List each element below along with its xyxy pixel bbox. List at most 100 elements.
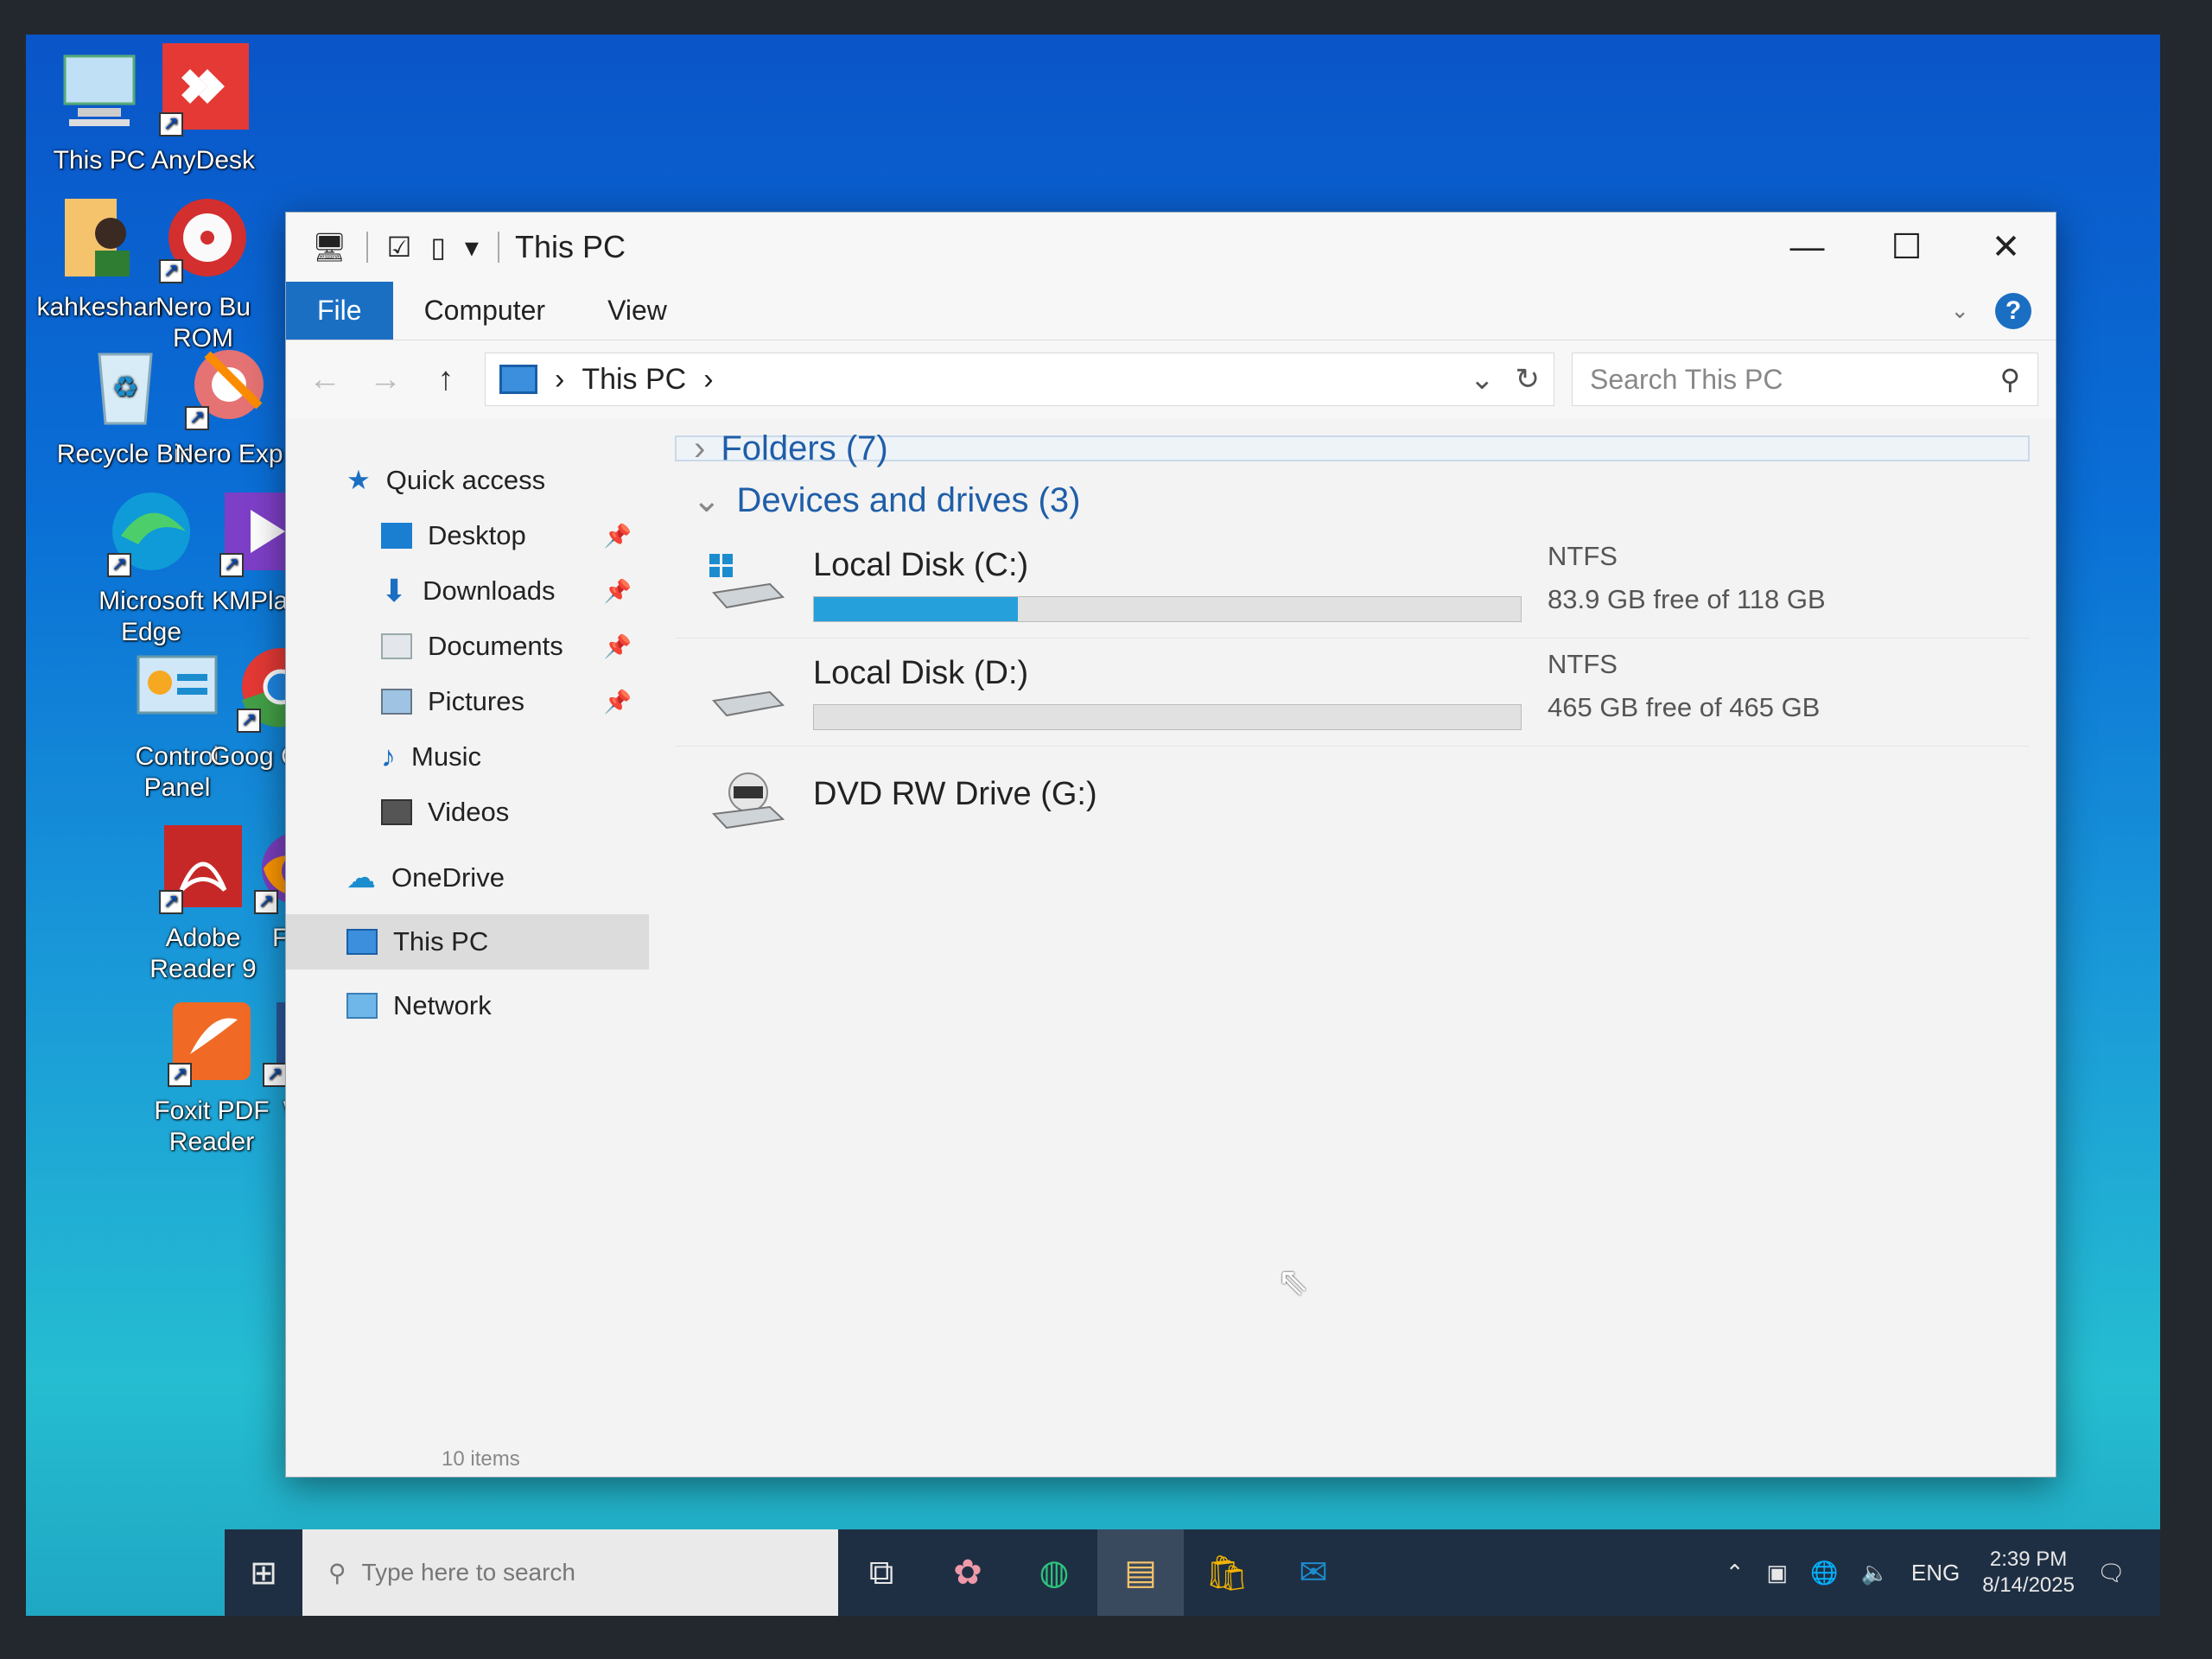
- this-pc-icon: [346, 929, 378, 955]
- search-icon[interactable]: ⚲: [2000, 363, 2020, 396]
- group-label: Folders (7): [721, 429, 888, 467]
- ribbon-tabs: File Computer View ⌄ ?: [286, 282, 2056, 340]
- drive-usage-fill: [814, 596, 1019, 621]
- group-devices-and-drives[interactable]: ⌄ Devices and drives (3): [675, 470, 2030, 531]
- minimize-button[interactable]: —: [1758, 213, 1857, 282]
- drive-item-g[interactable]: DVD RW Drive (G:): [675, 747, 2030, 855]
- drive-usage-bar: [813, 595, 1522, 622]
- breadcrumb-chevron-icon[interactable]: ›: [703, 363, 713, 397]
- system-tray: ⌃ ▣ 🌐 🔈 ENG 2:39 PM 8/14/2025 🗨: [1726, 1547, 2160, 1599]
- nav-label: OneDrive: [391, 862, 505, 893]
- breadcrumb-chevron-icon[interactable]: ›: [555, 363, 564, 397]
- desktop: This PC ↗ AnyDesk kahkeshan ↗ Nero Bu RO…: [26, 35, 2160, 1616]
- address-bar[interactable]: › This PC › ⌄ ↻: [485, 353, 1554, 406]
- nav-label: Pictures: [428, 686, 524, 716]
- drive-name: Local Disk (C:): [813, 546, 1029, 583]
- properties-icon[interactable]: ☑: [387, 231, 412, 264]
- address-history-chevron-icon[interactable]: ⌄: [1470, 362, 1495, 397]
- forward-button[interactable]: →: [364, 361, 407, 398]
- nav-label: This PC: [393, 926, 489, 957]
- pin-icon: 📌: [603, 632, 632, 659]
- copilot-icon[interactable]: ✿: [925, 1529, 1011, 1616]
- tab-computer[interactable]: Computer: [393, 282, 577, 340]
- task-view-icon[interactable]: ⧉: [838, 1529, 925, 1616]
- drive-filesystem: NTFS: [1548, 649, 1618, 679]
- title-bar: 🖥 ☑ ▯ ▾ This PC — ☐ ✕: [286, 213, 2056, 282]
- group-folders[interactable]: › Folders (7): [675, 429, 2030, 467]
- new-folder-icon[interactable]: ▯: [430, 231, 446, 264]
- nav-item-music[interactable]: ♪ Music: [286, 729, 649, 785]
- nav-label: Quick access: [385, 465, 546, 495]
- nav-item-downloads[interactable]: ⬇ Downloads 📌: [286, 563, 649, 619]
- network-icon[interactable]: 🌐: [1810, 1560, 1838, 1586]
- nav-item-pictures[interactable]: Pictures 📌: [286, 674, 649, 729]
- search-input[interactable]: Search This PC ⚲: [1572, 353, 2038, 406]
- pin-icon: 📌: [603, 577, 632, 604]
- desktop-icon-anydesk[interactable]: ↗ AnyDesk: [130, 43, 276, 176]
- nav-this-pc[interactable]: This PC: [286, 914, 649, 969]
- nav-network[interactable]: Network: [286, 978, 649, 1033]
- videos-icon: [381, 799, 412, 825]
- address-row: ← → ↑ › This PC › ⌄ ↻ Search This PC ⚲: [286, 340, 2056, 418]
- toolbar-separator: [497, 232, 499, 263]
- nav-item-videos[interactable]: Videos: [286, 785, 649, 840]
- nav-label: Videos: [428, 797, 510, 827]
- back-button[interactable]: ←: [303, 361, 346, 398]
- desktop-icon-nero-burning-rom[interactable]: ↗ Nero Bu ROM: [130, 190, 276, 354]
- meet-now-icon[interactable]: ▣: [1767, 1560, 1789, 1586]
- nero-burning-rom-icon: ↗: [156, 190, 251, 285]
- nav-quick-access[interactable]: ★ Quick access: [286, 453, 649, 508]
- pin-icon: 📌: [603, 522, 632, 549]
- customize-toolbar-icon[interactable]: ▾: [465, 231, 479, 264]
- desktop-folder-icon: [381, 523, 412, 549]
- clock-time: 2:39 PM: [1989, 1548, 2068, 1571]
- close-button[interactable]: ✕: [1956, 213, 2056, 282]
- quick-access-toolbar: 🖥 ☑ ▯ ▾: [312, 231, 499, 264]
- refresh-icon[interactable]: ↻: [1516, 362, 1541, 397]
- taskbar-search-placeholder: Type here to search: [361, 1559, 575, 1586]
- show-hidden-icons-icon[interactable]: ⌃: [1726, 1560, 1745, 1586]
- outlook-icon[interactable]: ✉: [1270, 1529, 1357, 1616]
- edge-taskbar-icon[interactable]: ◍: [1011, 1529, 1097, 1616]
- expand-ribbon-icon[interactable]: ⌄: [1950, 297, 1969, 324]
- edge-icon: ↗: [104, 484, 199, 579]
- download-arrow-icon: ⬇: [381, 573, 408, 608]
- tab-view[interactable]: View: [576, 282, 698, 340]
- content-pane: › Folders (7) ⌄ Devices and drives (3) L…: [649, 418, 2056, 1442]
- taskbar-search-box[interactable]: ⚲ Type here to search: [302, 1529, 838, 1616]
- nav-onedrive[interactable]: ☁ OneDrive: [286, 850, 649, 906]
- notifications-icon[interactable]: 🗨: [2097, 1560, 2126, 1586]
- nav-label: Network: [393, 990, 492, 1020]
- nav-item-desktop[interactable]: Desktop 📌: [286, 508, 649, 563]
- help-icon[interactable]: ?: [1995, 292, 2031, 329]
- toolbar-separator: [365, 232, 368, 263]
- microsoft-store-icon[interactable]: 🛍: [1184, 1529, 1270, 1616]
- windows-drive-icon: [709, 554, 787, 614]
- drive-item-d[interactable]: Local Disk (D:) NTFS 465 GB free of 465 …: [675, 639, 2030, 747]
- star-icon: ★: [346, 465, 371, 495]
- up-button[interactable]: ↑: [424, 361, 467, 398]
- start-button[interactable]: ⊞: [225, 1554, 302, 1592]
- monitor-bezel: This PC ↗ AnyDesk kahkeshan ↗ Nero Bu RO…: [0, 0, 2212, 1659]
- music-note-icon: ♪: [381, 740, 396, 773]
- maximize-button[interactable]: ☐: [1857, 213, 1956, 282]
- drive-free-space: 83.9 GB free of 118 GB: [1548, 584, 1826, 614]
- clock[interactable]: 2:39 PM 8/14/2025: [1982, 1547, 2075, 1599]
- drive-name: DVD RW Drive (G:): [813, 776, 1097, 812]
- desktop-icon-nero-express[interactable]: ↗ Nero Exp: [156, 337, 302, 470]
- nav-label: Documents: [428, 631, 563, 661]
- file-explorer-taskbar-icon[interactable]: ▤: [1097, 1529, 1184, 1616]
- tab-file[interactable]: File: [286, 282, 393, 340]
- search-placeholder: Search This PC: [1590, 363, 1783, 395]
- drive-item-c[interactable]: Local Disk (C:) NTFS 83.9 GB free of 118…: [675, 531, 2030, 639]
- svg-text:♻: ♻: [112, 372, 138, 404]
- dvd-drive-icon: [709, 771, 787, 831]
- breadcrumb-this-pc[interactable]: This PC: [582, 363, 686, 397]
- nav-item-documents[interactable]: Documents 📌: [286, 619, 649, 674]
- language-indicator[interactable]: ENG: [1911, 1560, 1960, 1586]
- chevron-right-icon: ›: [694, 429, 706, 467]
- nav-label: Downloads: [423, 575, 556, 606]
- clock-date: 8/14/2025: [1982, 1573, 2075, 1597]
- drive-free-space: 465 GB free of 465 GB: [1548, 692, 1821, 722]
- volume-icon[interactable]: 🔈: [1860, 1560, 1888, 1586]
